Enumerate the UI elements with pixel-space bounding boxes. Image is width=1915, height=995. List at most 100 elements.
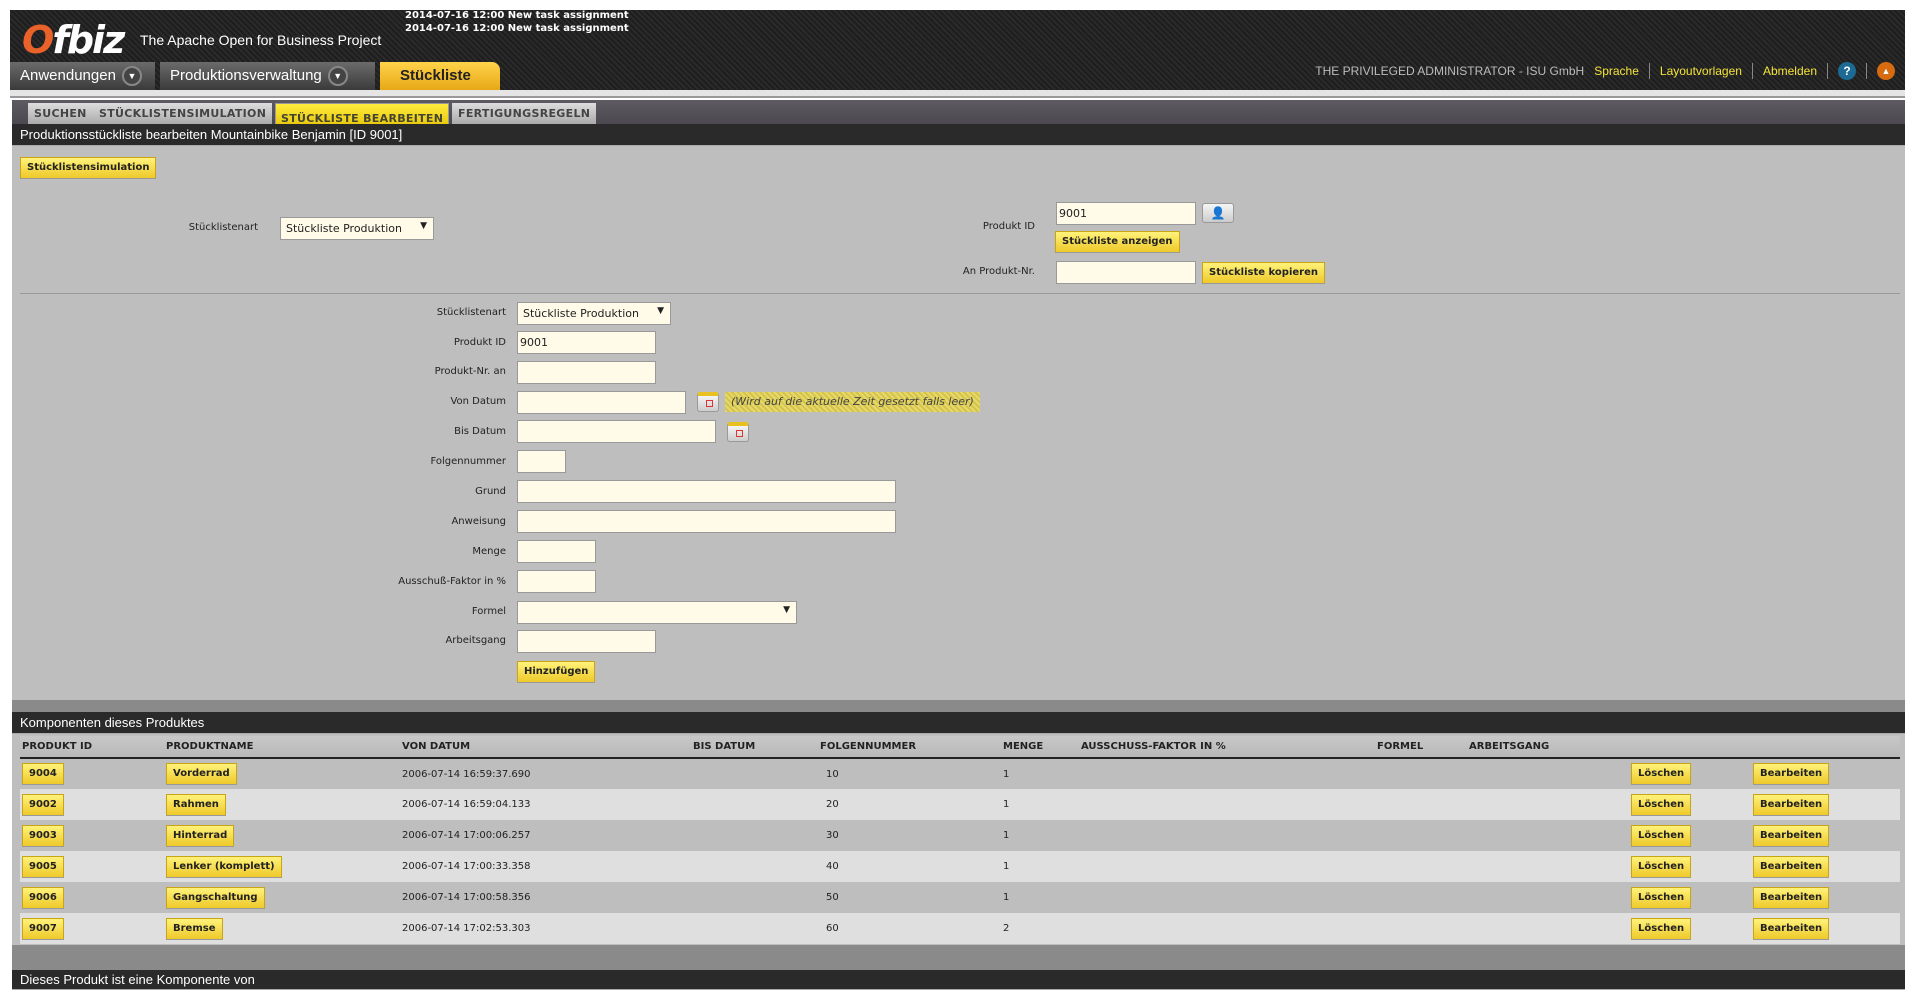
column-header: VON DATUM xyxy=(400,736,691,759)
tab-edit-bom[interactable]: STÜCKLISTE BEARBEITEN xyxy=(275,103,450,126)
edit-button[interactable]: Bearbeiten xyxy=(1753,917,1830,940)
table-cell: Bearbeiten xyxy=(1751,758,1900,789)
lookup-icon[interactable]: 👤 xyxy=(1202,203,1234,223)
table-cell: Bearbeiten xyxy=(1751,789,1900,820)
delete-button[interactable]: Löschen xyxy=(1631,917,1692,940)
product-id-link[interactable]: 9007 xyxy=(22,917,64,940)
dropdown-arrow-icon: ▼ xyxy=(657,306,664,316)
news-item[interactable]: 2014-07-16 12:00 New task assignment xyxy=(405,23,629,34)
product-id-link[interactable]: 9006 xyxy=(22,886,64,909)
language-link[interactable]: Sprache xyxy=(1594,64,1639,78)
edit-button[interactable]: Bearbeiten xyxy=(1753,824,1830,847)
table-cell xyxy=(691,820,818,851)
table-cell xyxy=(1375,820,1467,851)
from-date: 2006-07-14 17:00:33.358 xyxy=(402,861,531,872)
table-cell: Löschen xyxy=(1629,851,1751,882)
type-label: Stücklistenart xyxy=(436,307,506,318)
scrap-factor-input[interactable] xyxy=(517,570,596,593)
table-cell: 1 xyxy=(1001,851,1079,882)
lookup-type-select[interactable]: Stückliste Produktion ▼ xyxy=(280,217,434,240)
calendar-icon[interactable] xyxy=(727,422,749,442)
column-header: PRODUKTNAME xyxy=(164,736,400,759)
product-name-link[interactable]: Gangschaltung xyxy=(166,886,265,909)
help-icon[interactable]: ? xyxy=(1838,62,1856,80)
instruction-input[interactable] xyxy=(517,510,896,533)
component-of-title: Dieses Produkt ist eine Komponente von xyxy=(12,970,1905,990)
nav-bom[interactable]: Stückliste xyxy=(380,62,500,90)
product-to-label: Produkt-Nr. an xyxy=(434,366,506,377)
delete-button[interactable]: Löschen xyxy=(1631,855,1692,878)
page-title: Produktionsstückliste bearbeiten Mountai… xyxy=(12,124,1905,146)
quantity-input[interactable] xyxy=(517,540,596,563)
add-button[interactable]: Hinzufügen xyxy=(517,661,596,683)
from-date-input[interactable] xyxy=(517,391,686,414)
delete-button[interactable]: Löschen xyxy=(1631,763,1692,785)
table-cell xyxy=(1079,913,1375,944)
sequence-label: Folgennummer xyxy=(430,456,506,467)
table-cell xyxy=(691,851,818,882)
product-name-link[interactable]: Bremse xyxy=(166,917,223,940)
calendar-icon[interactable] xyxy=(697,392,719,412)
reason-input[interactable] xyxy=(517,480,896,503)
dropdown-arrow-icon: ▼ xyxy=(420,221,427,231)
product-id-link[interactable]: 9005 xyxy=(22,855,64,878)
product-name-link[interactable]: Lenker (komplett) xyxy=(166,855,282,878)
product-name-link[interactable]: Rahmen xyxy=(166,793,226,816)
table-cell: 60 xyxy=(818,913,1001,944)
product-id-link[interactable]: 9002 xyxy=(22,793,64,816)
table-cell: Bearbeiten xyxy=(1751,913,1900,944)
table-cell: Bremse xyxy=(164,913,400,944)
copy-to-input[interactable] xyxy=(1056,261,1196,284)
product-id-link[interactable]: 9003 xyxy=(22,824,64,847)
nav-applications[interactable]: Anwendungen ▼ xyxy=(10,62,155,90)
edit-button[interactable]: Bearbeiten xyxy=(1753,793,1830,816)
select-value: Stückliste Produktion xyxy=(286,222,402,235)
product-to-input[interactable] xyxy=(517,361,656,384)
delete-button[interactable]: Löschen xyxy=(1631,824,1692,847)
ofbiz-logo[interactable]: Ofbiz xyxy=(22,18,125,62)
chevron-down-icon[interactable]: ▼ xyxy=(121,66,142,87)
lookup-product-input[interactable]: 9001 xyxy=(1056,202,1196,225)
table-cell xyxy=(1467,851,1629,882)
sequence-input[interactable] xyxy=(517,450,566,473)
nav-label: Anwendungen xyxy=(20,67,116,84)
tab-simulation[interactable]: STÜCKLISTENSIMULATION xyxy=(93,103,273,124)
logout-link[interactable]: Abmelden xyxy=(1763,64,1817,78)
layout-link[interactable]: Layoutvorlagen xyxy=(1660,64,1742,78)
chevron-down-icon[interactable]: ▼ xyxy=(327,66,348,87)
delete-button[interactable]: Löschen xyxy=(1631,886,1692,909)
table-cell xyxy=(1467,882,1629,913)
divider xyxy=(1827,63,1828,79)
table-cell: 30 xyxy=(818,820,1001,851)
edit-button[interactable]: Bearbeiten xyxy=(1753,886,1830,909)
product-id-input[interactable]: 9001 xyxy=(517,331,656,354)
news-item[interactable]: 2014-07-16 12:00 New task assignment xyxy=(405,10,629,21)
type-select[interactable]: Stückliste Produktion ▼ xyxy=(517,302,671,325)
select-value: Stückliste Produktion xyxy=(523,307,639,320)
product-name-link[interactable]: Hinterrad xyxy=(166,824,235,847)
table-cell xyxy=(691,913,818,944)
copy-bom-button[interactable]: Stückliste kopieren xyxy=(1202,262,1325,284)
nav-manufacturing[interactable]: Produktionsverwaltung ▼ xyxy=(160,62,375,90)
tab-rules[interactable]: FERTIGUNGSREGELN xyxy=(452,103,597,124)
quantity: 1 xyxy=(1003,799,1010,810)
simulation-button[interactable]: Stücklistensimulation xyxy=(20,157,157,179)
formula-select[interactable]: ▼ xyxy=(517,601,797,624)
collapse-icon[interactable]: ▲ xyxy=(1877,62,1895,80)
product-id-link[interactable]: 9004 xyxy=(22,763,64,785)
app-header: Ofbiz The Apache Open for Business Proje… xyxy=(10,10,1905,90)
edit-button[interactable]: Bearbeiten xyxy=(1753,855,1830,878)
tab-search[interactable]: SUCHEN xyxy=(28,103,93,124)
header-divider xyxy=(10,90,1905,98)
routing-input[interactable] xyxy=(517,630,656,653)
edit-button[interactable]: Bearbeiten xyxy=(1753,763,1830,785)
thru-date-input[interactable] xyxy=(517,420,716,443)
dropdown-arrow-icon: ▼ xyxy=(783,605,790,615)
show-bom-button[interactable]: Stückliste anzeigen xyxy=(1055,231,1180,253)
delete-button[interactable]: Löschen xyxy=(1631,793,1692,816)
lookup-product-label: Produkt ID xyxy=(982,221,1035,232)
product-name-link[interactable]: Vorderrad xyxy=(166,763,237,785)
column-header: PRODUKT ID xyxy=(20,736,164,759)
table-cell xyxy=(1467,820,1629,851)
table-cell: Bearbeiten xyxy=(1751,851,1900,882)
